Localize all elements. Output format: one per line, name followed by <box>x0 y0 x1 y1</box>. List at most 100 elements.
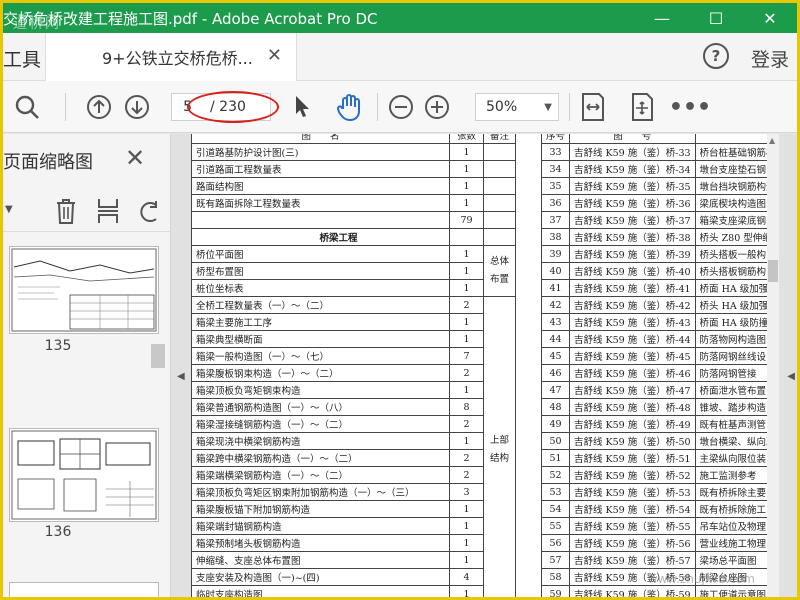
page-down-icon[interactable] <box>123 93 151 121</box>
sheet-count-cell: 1 <box>449 432 484 450</box>
drawing-name-cell: 箱梁主要施工工序 <box>191 313 450 331</box>
zoom-in-icon[interactable] <box>423 93 451 121</box>
scroll-up-icon[interactable]: ▲ <box>769 136 775 145</box>
table-row: 箱梁普通钢筋构造图（一）～（八） 8 <box>191 398 516 416</box>
drawing-title-cell: 箱梁支座梁底钢 <box>694 211 771 229</box>
drawing-name-cell: 引道路面工程数量表 <box>191 160 450 178</box>
sequence-cell: 47 <box>540 381 571 399</box>
table-row: 箱梁腹板钢束构造（一）～（二） 2 <box>191 364 516 382</box>
vertical-scrollbar[interactable]: ▲ <box>767 134 779 597</box>
zoom-out-icon[interactable] <box>387 93 415 121</box>
chevron-down-icon[interactable]: ▼ <box>5 204 13 215</box>
table-row: 箱梁顶板负弯矩钢束构造 1 <box>191 381 516 399</box>
drawing-name-cell: 桥型布置图 <box>191 262 450 280</box>
search-icon[interactable] <box>13 93 41 121</box>
header-cell: 图 名 <box>191 134 450 144</box>
sequence-cell: 41 <box>540 279 571 297</box>
sheet-count-cell: 8 <box>449 398 484 416</box>
zoom-select[interactable]: 50% ▼ <box>475 93 559 121</box>
sequence-cell: 52 <box>540 466 571 484</box>
table-row: 45 吉舒线 K59 施（鉴）桥-45 防落网钢丝线设 <box>540 347 771 365</box>
sheet-count-cell: 2 <box>449 296 484 314</box>
drawing-name-cell: 箱梁顶板负弯矩钢束构造 <box>191 381 450 399</box>
table-row: 51 吉舒线 K59 施（鉴）桥-51 主梁纵向限位装 <box>540 449 771 467</box>
tab-document[interactable]: 9+公铁立交桥危桥... ✕ <box>45 33 297 81</box>
table-row: 39 吉舒线 K59 施（鉴）桥-39 桥头搭板一般构 <box>540 245 771 263</box>
trash-icon[interactable] <box>53 196 79 226</box>
drawing-title-cell: 防落物网构造图 <box>694 330 771 348</box>
sequence-cell: 58 <box>540 568 571 586</box>
extract-pages-icon[interactable] <box>95 196 121 226</box>
drawing-number-cell: 吉舒线 K59 施（鉴）桥-37 <box>569 211 696 229</box>
drawing-number-cell: 吉舒线 K59 施（鉴）桥-52 <box>569 466 696 484</box>
table-row: 箱梁跨中横梁钢筋构造（一）～（二） 2 <box>191 449 516 467</box>
table-row: 52 吉舒线 K59 施（鉴）桥-52 施工监测参考 <box>540 466 771 484</box>
expand-right-panel-icon[interactable]: ◀ <box>787 371 795 382</box>
drawing-title-cell: 营业线施工物理 <box>694 534 771 552</box>
sequence-cell: 54 <box>540 500 571 518</box>
sequence-cell: 45 <box>540 347 571 365</box>
drawing-number-cell: 吉舒线 K59 施（鉴）桥-54 <box>569 500 696 518</box>
hand-tool-icon[interactable] <box>333 91 365 123</box>
sheet-count-cell: 79 <box>449 211 484 229</box>
thumbnail-page-number: 135 <box>44 338 72 354</box>
table-row: 38 吉舒线 K59 施（鉴）桥-38 桥头 Z80 型伸缩 <box>540 228 771 246</box>
table-row: 44 吉舒线 K59 施（鉴）桥-44 防落物网构造图 <box>540 330 771 348</box>
sheet-count-cell: 7 <box>449 347 484 365</box>
sheet-count-cell: 2 <box>449 449 484 467</box>
drawing-name-cell: 箱梁一般构造图（一）～（七） <box>191 347 450 365</box>
maximize-button[interactable]: ☐ <box>689 3 743 33</box>
more-options-icon[interactable]: ••• <box>669 93 711 121</box>
select-pointer-icon[interactable] <box>291 93 313 121</box>
page-up-icon[interactable] <box>85 93 113 121</box>
table-row: 箱梁腹板锚下附加钢筋构造 1 <box>191 500 516 518</box>
table-row: 桥型布置图 1 <box>191 262 516 280</box>
scrollbar-thumb[interactable] <box>768 260 778 282</box>
collapse-left-panel-icon[interactable]: ◀ <box>177 371 185 382</box>
sequence-cell: 50 <box>540 432 571 450</box>
table-row: 46 吉舒线 K59 施（鉴）桥-46 防落网钢管接 <box>540 364 771 382</box>
table-row: 41 吉舒线 K59 施（鉴）桥-41 桥面 HA 级加强 <box>540 279 771 297</box>
drawing-number-cell: 吉舒线 K59 施（鉴）桥-43 <box>569 313 696 331</box>
table-row: 50 吉舒线 K59 施（鉴）桥-50 墩台横梁、纵向减 <box>540 432 771 450</box>
note-cell <box>483 228 516 246</box>
fit-width-icon[interactable] <box>577 91 607 123</box>
table-row: 支座安装及构造图（一)~(四) 4 <box>191 568 516 586</box>
drawing-title-cell: 主梁纵向限位装 <box>694 449 771 467</box>
thumbnails-scrollbar[interactable] <box>151 344 165 368</box>
help-icon[interactable]: ? <box>703 43 729 69</box>
zoom-value: 50% <box>486 99 518 115</box>
rotate-icon[interactable] <box>137 198 163 226</box>
watermark-text: www.zhujiwu.com <box>647 572 755 586</box>
drawing-name-cell: 临时支座构造图 <box>191 585 450 597</box>
tab-tools[interactable]: 工具 <box>3 45 41 72</box>
table-row: 桩位坐标表 1 <box>191 279 516 297</box>
sequence-cell: 42 <box>540 296 571 314</box>
drawing-name-cell: 路面结构图 <box>191 177 450 195</box>
thumbnail-page-136[interactable] <box>9 428 159 522</box>
page-thumbnails-panel: 页面缩略图 ✕ ▼ 135 136 <box>3 134 171 597</box>
drawing-number-cell: 吉舒线 K59 施（鉴）桥-55 <box>569 517 696 535</box>
table-row: 40 吉舒线 K59 施（鉴）桥-40 桥头搭板钢筋构 <box>540 262 771 280</box>
drawing-title-cell: 桥头搭板钢筋构 <box>694 262 771 280</box>
table-row: 33 吉舒线 K59 施（鉴）桥-33 桥台桩基础钢筋构 <box>540 143 771 161</box>
drawing-number-cell: 吉舒线 K59 施（鉴）桥-33 <box>569 143 696 161</box>
login-button[interactable]: 登录 <box>751 45 789 72</box>
thumbnail-page-135[interactable] <box>9 246 159 334</box>
sequence-cell: 34 <box>540 160 571 178</box>
full-screen-icon[interactable] <box>627 91 657 123</box>
close-window-button[interactable]: ✕ <box>743 3 797 33</box>
minimize-button[interactable]: — <box>635 3 689 33</box>
drawing-number-cell: 吉舒线 K59 施（鉴）桥-51 <box>569 449 696 467</box>
drawing-title-cell: 桥面 HA 级加强 <box>694 279 771 297</box>
header-cell: 序号 <box>540 134 571 144</box>
sequence-cell: 48 <box>540 398 571 416</box>
sheet-count-cell: 2 <box>449 466 484 484</box>
sequence-cell: 37 <box>540 211 571 229</box>
thumbnails-close-icon[interactable]: ✕ <box>125 144 145 172</box>
sequence-cell: 55 <box>540 517 571 535</box>
sequence-cell: 53 <box>540 483 571 501</box>
table-row: 55 吉舒线 K59 施（鉴）桥-55 吊车站位及物理 <box>540 517 771 535</box>
tab-close-icon[interactable]: ✕ <box>267 45 282 66</box>
thumbnail-page-137[interactable] <box>9 582 159 597</box>
